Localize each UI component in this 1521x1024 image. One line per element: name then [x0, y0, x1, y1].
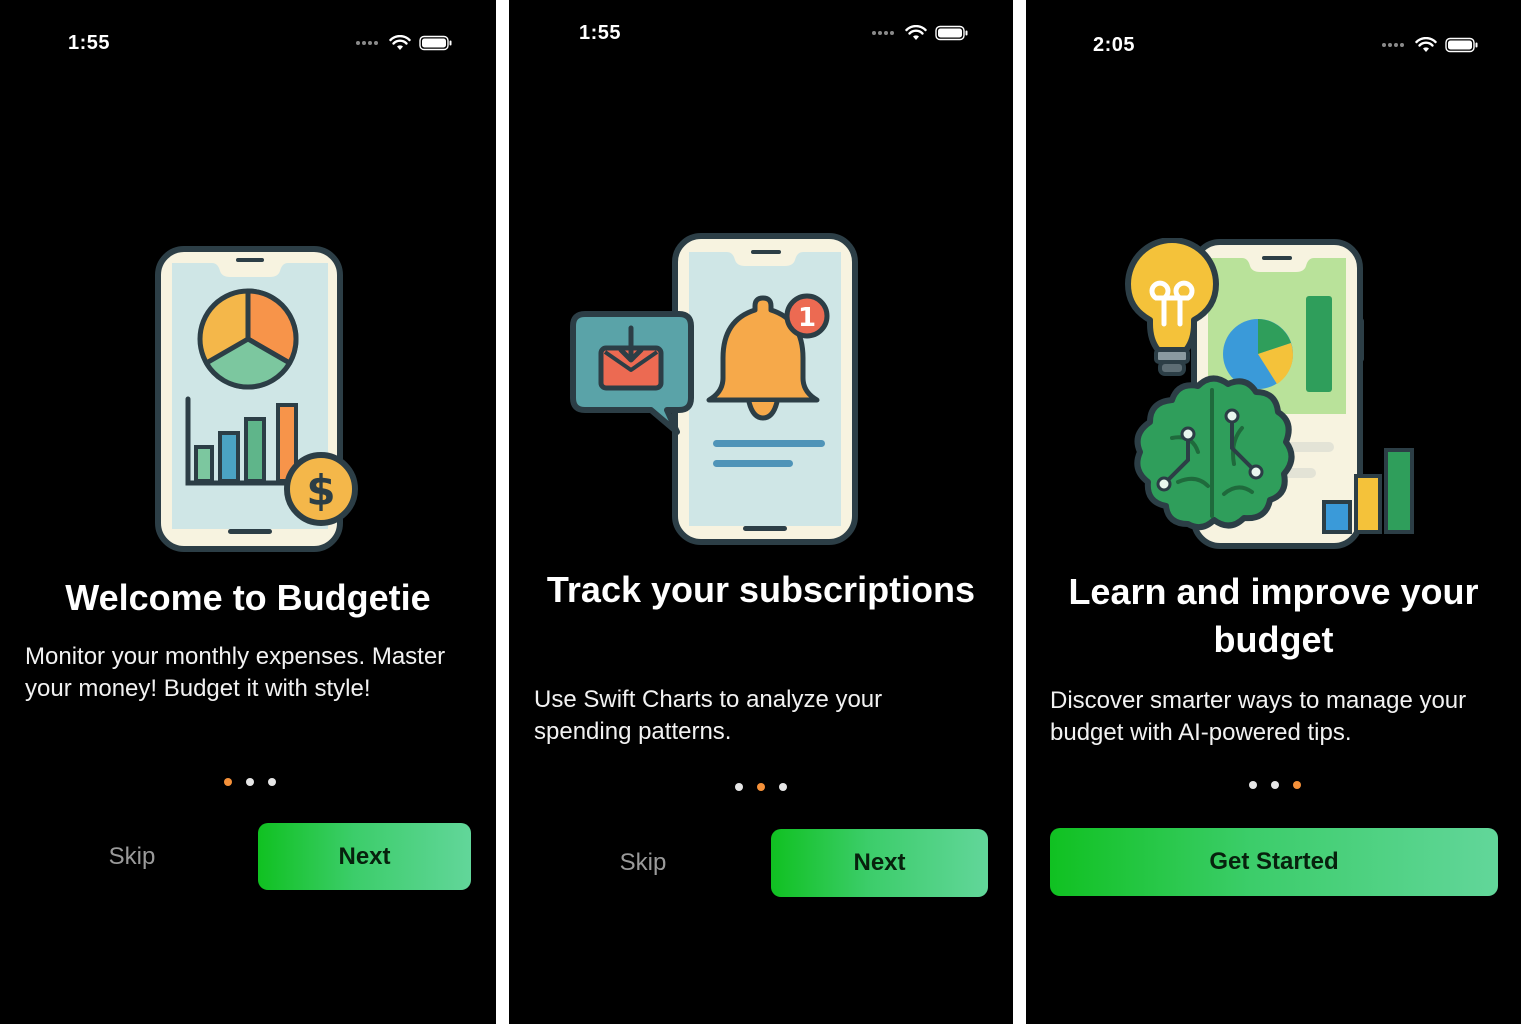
ai-brain-phone-illustration — [1112, 238, 1432, 552]
page-indicator[interactable] — [1249, 781, 1301, 789]
next-button[interactable]: Next — [258, 823, 471, 890]
status-time: 1:55 — [579, 22, 622, 44]
status-time: 1:55 — [68, 32, 111, 54]
battery-icon — [1445, 37, 1478, 53]
svg-text:$: $ — [306, 466, 335, 515]
next-button[interactable]: Next — [771, 829, 988, 897]
page-indicator[interactable] — [224, 778, 276, 786]
notification-badge: 1 — [798, 303, 816, 333]
skip-button[interactable]: Skip — [72, 843, 192, 871]
page-description: Monitor your monthly expenses. Master yo… — [25, 643, 446, 702]
wifi-icon — [905, 25, 927, 40]
wifi-icon — [389, 35, 411, 50]
onboarding-screen-welcome: 1:55 $ Welcome to Budgetie Monitor your … — [0, 0, 496, 1024]
budget-phone-illustration: $ — [150, 243, 362, 555]
page-dot-2[interactable] — [757, 783, 765, 791]
page-dot-3[interactable] — [1293, 781, 1301, 789]
page-dot-1[interactable] — [735, 783, 743, 791]
page-title: Learn and improve your budget — [1068, 571, 1479, 660]
get-started-button[interactable]: Get Started — [1050, 828, 1498, 896]
page-dot-1[interactable] — [224, 778, 232, 786]
page-indicator[interactable] — [735, 783, 787, 791]
status-icons — [871, 25, 969, 41]
onboarding-screen-learn: 2:05 Learn and improve your budget Disco… — [1026, 0, 1521, 1024]
status-icons — [1381, 37, 1479, 53]
page-description: Use Swift Charts to analyze your spendin… — [534, 686, 883, 745]
cellular-signal-icon — [872, 31, 894, 35]
wifi-icon — [1415, 37, 1437, 52]
bell-phone-illustration: 1 — [567, 230, 867, 550]
page-title: Welcome to Budgetie — [65, 577, 431, 618]
cellular-signal-icon — [356, 41, 378, 45]
page-description: Discover smarter ways to manage your bud… — [1050, 687, 1467, 746]
status-time: 2:05 — [1093, 34, 1136, 56]
page-dot-3[interactable] — [779, 783, 787, 791]
page-dot-2[interactable] — [246, 778, 254, 786]
status-icons — [355, 35, 453, 51]
battery-icon — [419, 35, 452, 51]
battery-icon — [935, 25, 968, 41]
page-dot-3[interactable] — [268, 778, 276, 786]
cellular-signal-icon — [1382, 43, 1404, 47]
page-dot-1[interactable] — [1249, 781, 1257, 789]
page-title: Track your subscriptions — [546, 569, 976, 610]
page-dot-2[interactable] — [1271, 781, 1279, 789]
onboarding-screen-subscriptions: 1:55 1 Track your subscriptions Use Swif… — [509, 0, 1013, 1024]
skip-button[interactable]: Skip — [583, 849, 703, 877]
